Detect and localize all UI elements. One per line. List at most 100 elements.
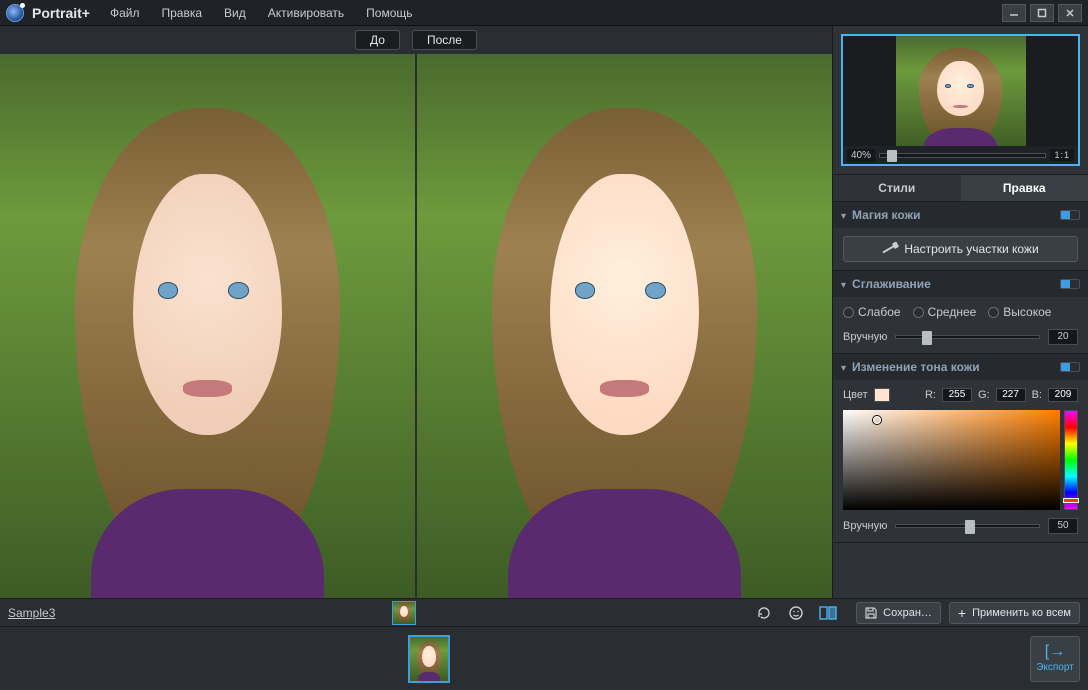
radio-icon: [843, 307, 854, 318]
apply-all-button[interactable]: + Применить ко всем: [949, 602, 1080, 624]
skin-magic-title: Магия кожи: [852, 208, 920, 222]
navigator-thumbnail: [896, 36, 1026, 151]
radio-icon: [988, 307, 999, 318]
app-logo-icon: [6, 4, 24, 22]
minimize-button[interactable]: [1002, 4, 1026, 22]
r-value[interactable]: 255: [942, 388, 972, 402]
before-label-button[interactable]: До: [355, 30, 400, 50]
smoothing-slider[interactable]: [895, 335, 1040, 339]
face-detect-button[interactable]: [784, 602, 808, 624]
smoothing-low-radio[interactable]: Слабое: [843, 305, 901, 319]
close-button[interactable]: [1058, 4, 1082, 22]
export-button[interactable]: [→ Экспорт: [1030, 636, 1080, 682]
smoothing-toggle[interactable]: [1060, 279, 1080, 289]
smoothing-medium-radio[interactable]: Среднее: [913, 305, 977, 319]
skin-tone-manual-label: Вручную: [843, 520, 887, 532]
color-swatch[interactable]: [874, 388, 890, 402]
smoothing-medium-label: Среднее: [928, 305, 977, 319]
zoom-value: 40%: [847, 149, 875, 162]
zoom-slider[interactable]: [879, 153, 1046, 158]
save-icon: [865, 607, 877, 619]
skin-tone-color-row: Цвет R: 255 G: 227 B: 209: [843, 388, 1078, 402]
menu-file[interactable]: Файл: [110, 6, 140, 20]
filmstrip-thumbnail[interactable]: [408, 635, 450, 683]
minimize-icon: [1009, 8, 1019, 18]
filmstrip: [→ Экспорт: [0, 626, 1088, 690]
tab-edit[interactable]: Правка: [961, 175, 1088, 201]
skin-tone-slider[interactable]: [895, 524, 1040, 528]
color-label: Цвет: [843, 389, 868, 401]
sample-name-link[interactable]: Sample3: [8, 606, 55, 620]
smile-icon: [788, 605, 804, 621]
b-value[interactable]: 209: [1048, 388, 1078, 402]
zoom-1to1-button[interactable]: 1:1: [1050, 149, 1074, 161]
smoothing-high-label: Высокое: [1003, 305, 1051, 319]
r-label: R:: [925, 389, 936, 401]
radio-icon: [913, 307, 924, 318]
split-view-icon: [819, 606, 837, 620]
chevron-down-icon: [841, 208, 846, 222]
close-icon: [1065, 8, 1075, 18]
section-skin-magic: Магия кожи Настроить участки кожи: [833, 202, 1088, 271]
skin-magic-toggle[interactable]: [1060, 210, 1080, 220]
smoothing-header[interactable]: Сглаживание: [833, 271, 1088, 297]
status-bar: Sample3 Сохран… + Применить ко всем: [0, 598, 1088, 626]
after-image: [417, 54, 832, 598]
skin-tone-value[interactable]: 50: [1048, 518, 1078, 534]
before-image: [0, 54, 415, 598]
adjust-skin-areas-label: Настроить участки кожи: [904, 242, 1038, 256]
smoothing-low-label: Слабое: [858, 305, 901, 319]
g-value[interactable]: 227: [996, 388, 1026, 402]
window-controls: [1002, 4, 1082, 22]
menu-help[interactable]: Помощь: [366, 6, 412, 20]
canvas-area: До После: [0, 26, 832, 598]
chevron-down-icon: [841, 277, 846, 291]
rotate-icon: [756, 605, 772, 621]
compare-labels: До После: [0, 26, 832, 54]
smoothing-title: Сглаживание: [852, 277, 931, 291]
apply-all-label: Применить ко всем: [972, 607, 1071, 619]
menu-bar: Файл Правка Вид Активировать Помощь: [110, 6, 413, 20]
after-pane[interactable]: [417, 54, 832, 598]
smoothing-manual-row: Вручную 20: [843, 329, 1078, 345]
maximize-button[interactable]: [1030, 4, 1054, 22]
app-title: Portrait+: [32, 5, 90, 21]
menu-activate[interactable]: Активировать: [268, 6, 344, 20]
menu-view[interactable]: Вид: [224, 6, 246, 20]
smoothing-presets: Слабое Среднее Высокое: [843, 305, 1078, 319]
smoothing-high-radio[interactable]: Высокое: [988, 305, 1051, 319]
after-label-button[interactable]: После: [412, 30, 477, 50]
hue-slider[interactable]: [1064, 410, 1078, 510]
saturation-value-area[interactable]: [843, 410, 1060, 510]
skin-tone-header[interactable]: Изменение тона кожи: [833, 354, 1088, 380]
chevron-down-icon: [841, 360, 846, 374]
skin-magic-header[interactable]: Магия кожи: [833, 202, 1088, 228]
save-button[interactable]: Сохран…: [856, 602, 941, 624]
color-picker: [843, 410, 1078, 510]
tab-styles[interactable]: Стили: [833, 175, 961, 201]
workspace: До После 40% 1:1: [0, 26, 1088, 598]
right-panel: 40% 1:1 Стили Правка Магия кожи Настроит…: [832, 26, 1088, 598]
skin-tone-manual-row: Вручную 50: [843, 518, 1078, 534]
section-smoothing: Сглаживание Слабое Среднее Высокое Вручн…: [833, 271, 1088, 354]
brush-icon: [883, 245, 896, 254]
before-pane[interactable]: [0, 54, 415, 598]
compare-images: [0, 54, 832, 598]
b-label: B:: [1032, 389, 1042, 401]
skin-tone-toggle[interactable]: [1060, 362, 1080, 372]
face-selector-thumb[interactable]: [392, 601, 416, 625]
panel-tabs: Стили Правка: [833, 174, 1088, 202]
smoothing-value[interactable]: 20: [1048, 329, 1078, 345]
skin-tone-title: Изменение тона кожи: [852, 360, 980, 374]
zoom-bar: 40% 1:1: [843, 146, 1078, 164]
adjust-skin-areas-button[interactable]: Настроить участки кожи: [843, 236, 1078, 262]
plus-icon: +: [958, 606, 966, 620]
section-skin-tone: Изменение тона кожи Цвет R: 255 G: 227 B…: [833, 354, 1088, 543]
rotate-button[interactable]: [752, 602, 776, 624]
title-bar: Portrait+ Файл Правка Вид Активировать П…: [0, 0, 1088, 26]
export-icon: [→: [1045, 644, 1065, 660]
navigator-preview[interactable]: 40% 1:1: [841, 34, 1080, 166]
menu-edit[interactable]: Правка: [161, 6, 202, 20]
g-label: G:: [978, 389, 990, 401]
compare-view-button[interactable]: [816, 602, 840, 624]
